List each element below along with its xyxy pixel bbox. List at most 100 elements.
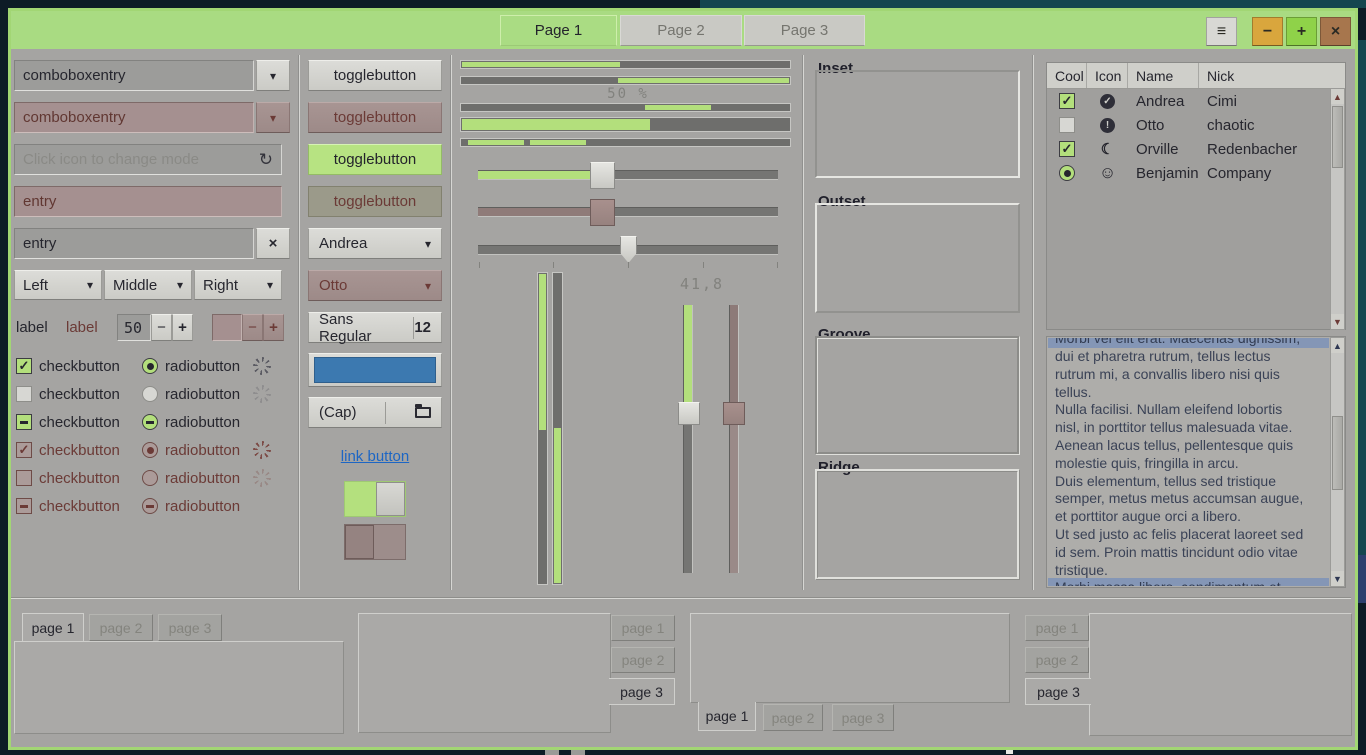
table-row[interactable]: ☺ Benjamin Company — [1047, 161, 1345, 185]
clear-entry-button[interactable]: × — [256, 228, 290, 259]
spinbutton-value[interactable]: 50 — [117, 314, 151, 341]
checkbox-indeterminate-icon[interactable] — [16, 414, 32, 430]
selected-line-clipped-bottom: Morbi massa libero, condimentum et — [1048, 578, 1329, 586]
column-header-icon[interactable]: Icon — [1087, 63, 1128, 88]
checkbutton-row[interactable]: ✓checkbutton — [16, 352, 120, 380]
radiobutton-row[interactable]: radiobutton — [142, 408, 240, 436]
notebook4-tab-page2[interactable]: page 2 — [1025, 647, 1089, 673]
radiobutton-label: radiobutton — [165, 358, 240, 375]
spinbutton[interactable]: 50 − + — [117, 314, 193, 341]
togglebutton-disabled: togglebutton — [308, 102, 442, 133]
align-dropdown-right[interactable]: Right▾ — [194, 270, 282, 300]
notebook2-tab-page1[interactable]: page 1 — [611, 615, 675, 641]
scrollbar-thumb[interactable] — [1332, 106, 1343, 168]
refresh-icon[interactable]: ↻ — [259, 150, 273, 170]
titlebar[interactable]: Page 1 Page 2 Page 3 ≡ − + × — [11, 11, 1355, 49]
scale-vertical-handle[interactable] — [678, 402, 700, 425]
maximize-button[interactable]: + — [1286, 17, 1317, 46]
scroll-up-icon[interactable]: ▲ — [1331, 338, 1344, 353]
menu-button[interactable]: ≡ — [1206, 17, 1237, 46]
notebook1-tab-page3[interactable]: page 3 — [158, 614, 222, 641]
switch-handle[interactable] — [376, 482, 405, 516]
radio-unselected-icon — [142, 470, 158, 486]
radio-selected-icon[interactable] — [1059, 165, 1075, 181]
scale-horizontal[interactable] — [478, 170, 778, 180]
radio-selected-icon[interactable] — [142, 358, 158, 374]
checkbox-checked-icon[interactable]: ✓ — [16, 358, 32, 374]
treeview-scrollbar[interactable]: ▲ ▼ — [1330, 88, 1345, 330]
titlebar-tab-label: Page 2 — [657, 22, 705, 39]
notebook3-tab-page3[interactable]: page 3 — [832, 704, 894, 731]
radiobutton-label: radiobutton — [165, 470, 240, 487]
spin-minus-button[interactable]: − — [151, 314, 172, 341]
combobox-entry-1-arrow-button[interactable]: ▾ — [256, 60, 290, 91]
textview-body[interactable]: dui et pharetra rutrum, tellus lectus ru… — [1055, 348, 1327, 579]
notebook4-tab-page3[interactable]: page 3 — [1025, 678, 1091, 705]
scale-handle[interactable] — [590, 162, 615, 189]
switch-on[interactable] — [344, 481, 406, 517]
checkbox-unchecked-icon[interactable] — [1059, 117, 1075, 133]
background-window-fragment-top — [700, 0, 1366, 8]
link-button[interactable]: link button — [341, 448, 409, 465]
radiobutton-row[interactable]: radiobutton — [142, 380, 240, 408]
file-chooser-button[interactable]: (Cap) — [308, 397, 442, 428]
cell-nick: Redenbacher — [1207, 141, 1297, 158]
scrollbar-thumb[interactable] — [1332, 416, 1343, 490]
notebook1-tab-page1[interactable]: page 1 — [22, 613, 84, 642]
titlebar-tab-page1[interactable]: Page 1 — [500, 15, 617, 46]
notebook4-tab-page1[interactable]: page 1 — [1025, 615, 1089, 641]
titlebar-tab-page2[interactable]: Page 2 — [620, 15, 742, 46]
checkbutton-row[interactable]: checkbutton — [16, 380, 120, 408]
checkbox-unchecked-icon[interactable] — [16, 386, 32, 402]
titlebar-tab-page3[interactable]: Page 3 — [744, 15, 865, 46]
spinbutton-disabled: − + — [212, 314, 284, 341]
radio-unselected-icon[interactable] — [142, 386, 158, 402]
table-row[interactable]: ✓ ☾ Orville Redenbacher — [1047, 137, 1345, 161]
combobox-names[interactable]: Andrea▾ — [308, 228, 442, 259]
color-button[interactable] — [308, 353, 442, 387]
align-dropdown-left[interactable]: Left▾ — [14, 270, 102, 300]
notebook2-tab-page3[interactable]: page 3 — [609, 678, 675, 705]
entry-with-clear[interactable]: entry — [14, 228, 254, 259]
scroll-down-icon[interactable]: ▼ — [1331, 571, 1344, 586]
cell-name: Otto — [1136, 117, 1164, 134]
scroll-up-icon[interactable]: ▲ — [1331, 89, 1344, 104]
checkbox-checked-icon: ✓ — [16, 442, 32, 458]
table-row[interactable]: ! Otto chaotic — [1047, 113, 1345, 137]
align-dropdown-middle[interactable]: Middle▾ — [104, 270, 192, 300]
close-button[interactable]: × — [1320, 17, 1351, 46]
scroll-down-icon[interactable]: ▼ — [1331, 314, 1344, 329]
textview[interactable]: Morbi vel elit erat. Maecenas dignissim,… — [1046, 336, 1346, 588]
mode-entry[interactable]: Click icon to change mode ↻ — [14, 144, 282, 175]
togglebutton-active[interactable]: togglebutton — [308, 144, 442, 175]
treeview-header[interactable]: Cool Icon Name Nick — [1047, 63, 1345, 89]
checkbutton-row-disabled: ✓checkbutton — [16, 436, 120, 464]
column-header-name[interactable]: Name — [1128, 63, 1199, 88]
checkbutton-row[interactable]: checkbutton — [16, 408, 120, 436]
textview-scrollbar[interactable]: ▲ ▼ — [1330, 337, 1345, 587]
minimize-button[interactable]: − — [1252, 17, 1283, 46]
notebook2-tab-page2[interactable]: page 2 — [611, 647, 675, 673]
radio-indeterminate-icon[interactable] — [142, 414, 158, 430]
font-button[interactable]: Sans Regular 12 — [308, 312, 442, 343]
scale-vertical[interactable] — [683, 305, 693, 573]
treeview[interactable]: Cool Icon Name Nick ✓ ✓ Andrea Cimi ! Ot… — [1046, 62, 1346, 330]
combobox-entry-2-arrow-button[interactable]: ▾ — [256, 102, 290, 133]
combobox-entry-2-input[interactable]: comboboxentry — [14, 102, 254, 133]
notebook1-tab-page2[interactable]: page 2 — [89, 614, 153, 641]
combobox-entry-1-input[interactable]: comboboxentry — [14, 60, 254, 91]
column-header-nick[interactable]: Nick — [1199, 63, 1345, 88]
color-swatch — [314, 357, 436, 383]
togglebutton-normal[interactable]: togglebutton — [308, 60, 442, 91]
notebook3-tab-page2[interactable]: page 2 — [763, 704, 823, 731]
checkbox-checked-icon[interactable]: ✓ — [1059, 93, 1075, 109]
togglebutton-label: togglebutton — [334, 109, 417, 126]
column-header-cool[interactable]: Cool — [1047, 63, 1087, 88]
spin-plus-button[interactable]: + — [172, 314, 193, 341]
frame-inset — [815, 70, 1020, 178]
radiobutton-row[interactable]: radiobutton — [142, 352, 240, 380]
notebook3-tab-page1[interactable]: page 1 — [698, 702, 756, 731]
checkbox-checked-icon[interactable]: ✓ — [1059, 141, 1075, 157]
notebook3-page-content — [690, 613, 1010, 703]
table-row[interactable]: ✓ ✓ Andrea Cimi — [1047, 89, 1345, 113]
